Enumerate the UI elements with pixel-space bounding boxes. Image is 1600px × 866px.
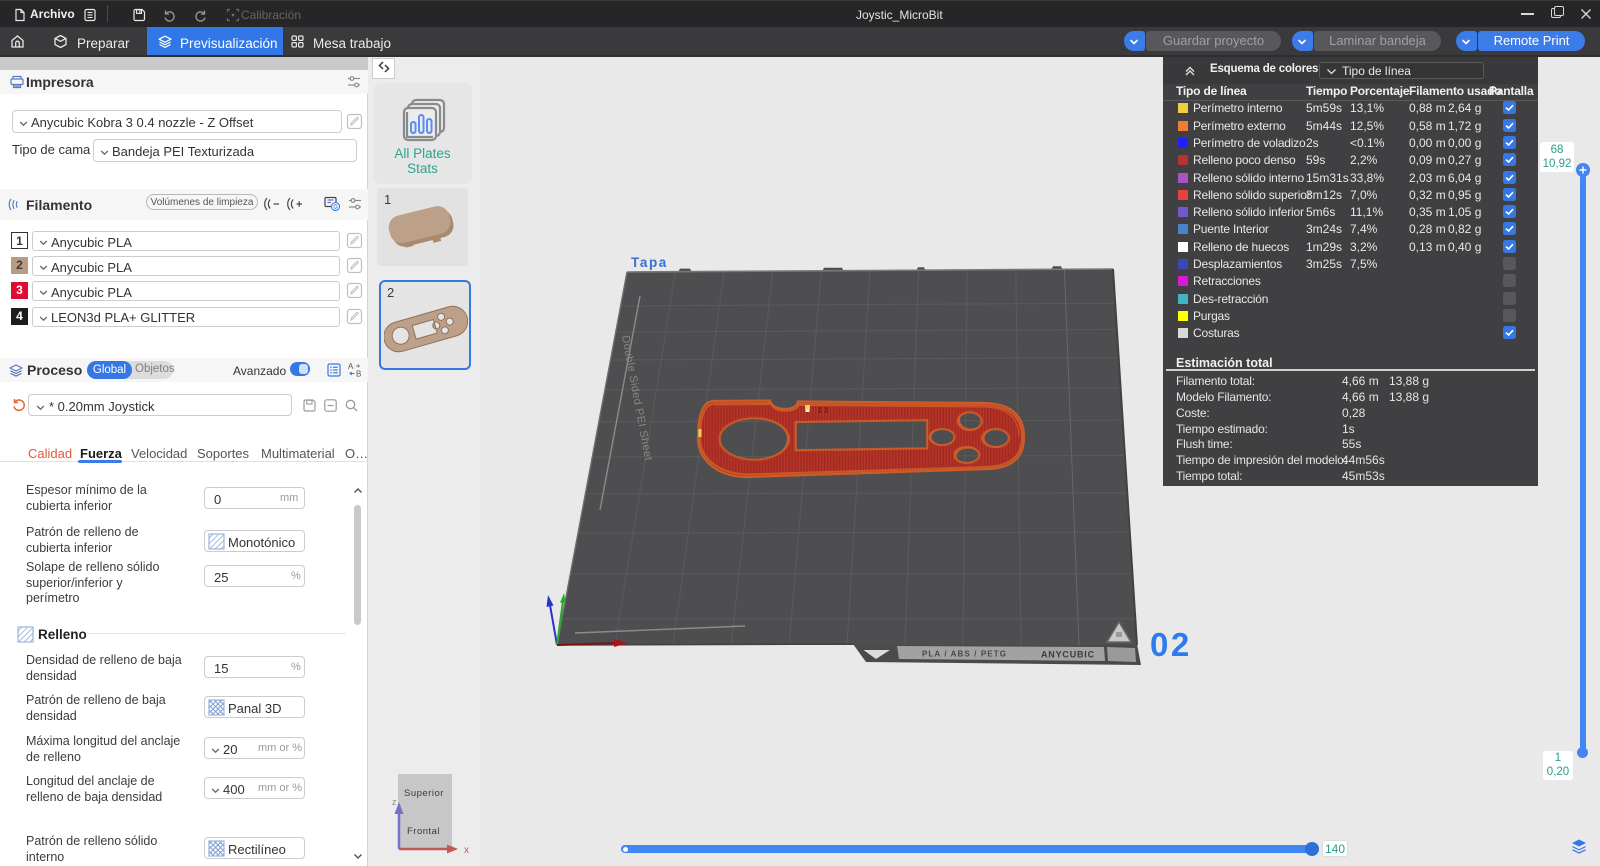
svg-text:PLA / ABS / PETG: PLA / ABS / PETG <box>922 650 1007 659</box>
svg-text:ANYCUBIC: ANYCUBIC <box>1041 650 1095 660</box>
svg-text:B: B <box>356 370 361 379</box>
svg-text:z: z <box>392 797 397 807</box>
svg-text:02: 02 <box>1150 626 1192 663</box>
svg-text:A: A <box>348 362 354 371</box>
svg-text:x: x <box>464 845 469 856</box>
svg-text:Tapa: Tapa <box>631 255 668 270</box>
